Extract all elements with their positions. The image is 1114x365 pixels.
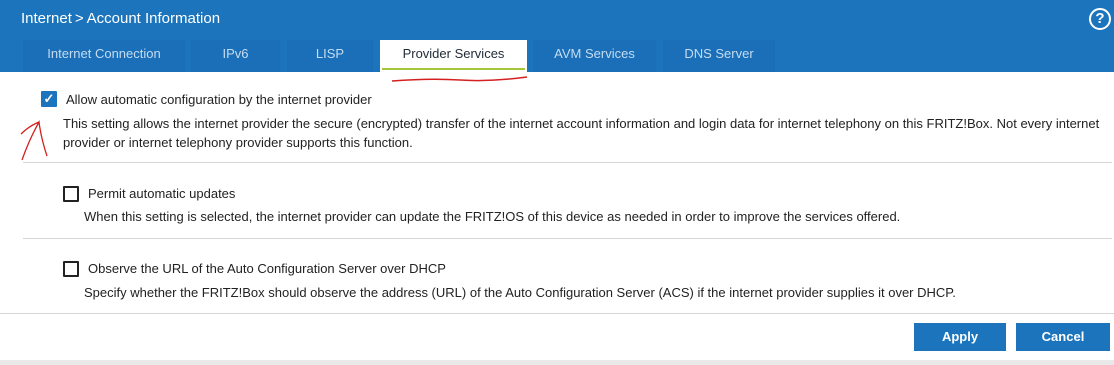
- divider: [23, 238, 1112, 239]
- tab-provider-services[interactable]: Provider Services: [380, 40, 527, 72]
- header-bar: Internet > Account Information ? Internet …: [0, 0, 1114, 72]
- divider: [23, 162, 1112, 163]
- annotation-underline: [391, 76, 528, 82]
- tab-internet-connection[interactable]: Internet Connection: [23, 40, 185, 72]
- annotation-arrow: [20, 119, 48, 161]
- auto-updates-description: When this setting is selected, the inter…: [84, 209, 901, 224]
- breadcrumb-separator: >: [74, 10, 84, 27]
- auto-config-label[interactable]: Allow automatic configuration by the int…: [66, 92, 372, 107]
- auto-updates-label[interactable]: Permit automatic updates: [88, 186, 235, 201]
- observe-acs-checkbox[interactable]: [63, 261, 79, 277]
- tab-ipv6[interactable]: IPv6: [191, 40, 280, 72]
- footer-divider: [0, 313, 1114, 314]
- apply-button[interactable]: Apply: [914, 323, 1006, 351]
- breadcrumb-page: Account Information: [86, 10, 221, 27]
- observe-acs-label[interactable]: Observe the URL of the Auto Configuratio…: [88, 261, 446, 276]
- auto-config-description: This setting allows the internet provide…: [63, 116, 1100, 150]
- breadcrumb: Internet > Account Information: [21, 10, 220, 27]
- tab-dns-server[interactable]: DNS Server: [663, 40, 775, 72]
- breadcrumb-section[interactable]: Internet: [21, 10, 72, 27]
- auto-config-checkbox[interactable]: ✓: [41, 91, 57, 107]
- cancel-button[interactable]: Cancel: [1016, 323, 1110, 351]
- tab-avm-services[interactable]: AVM Services: [533, 40, 656, 72]
- auto-updates-checkbox[interactable]: [63, 186, 79, 202]
- tab-lisp[interactable]: LISP: [287, 40, 373, 72]
- observe-acs-description: Specify whether the FRITZ!Box should obs…: [84, 285, 956, 300]
- help-icon[interactable]: ?: [1089, 8, 1111, 30]
